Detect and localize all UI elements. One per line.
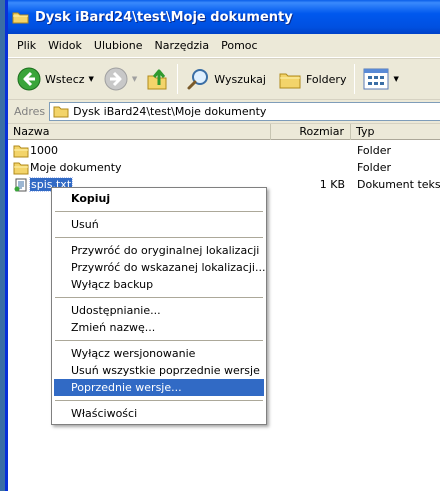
chevron-down-icon[interactable]: ▼	[393, 75, 398, 83]
up-folder-button[interactable]	[142, 62, 172, 96]
menu-file[interactable]: Plik	[8, 39, 42, 52]
file-type: Folder	[357, 161, 391, 174]
folders-icon	[279, 73, 301, 89]
search-icon	[187, 69, 209, 90]
menu-separator	[55, 211, 263, 212]
back-label: Wstecz	[45, 72, 85, 86]
folders-button[interactable]: Foldery	[275, 62, 350, 96]
address-bar: Adres Dysk iBard24\test\Moje dokumenty	[8, 100, 440, 124]
file-size: 1 KB	[319, 178, 345, 191]
menu-favorites[interactable]: Ulubione	[88, 39, 149, 52]
column-name[interactable]: Nazwa	[8, 124, 271, 140]
folder-icon	[13, 162, 29, 174]
address-label: Adres	[14, 105, 46, 118]
text-file-icon	[14, 178, 27, 191]
address-value: Dysk iBard24\test\Moje dokumenty	[73, 105, 267, 118]
menu-item-delete-versions[interactable]: Usuń wszystkie poprzednie wersje	[54, 362, 264, 379]
folders-label: Foldery	[305, 72, 347, 86]
title-bar[interactable]: Dysk iBard24\test\Moje dokumenty	[8, 0, 440, 34]
views-button[interactable]: ▼	[360, 62, 401, 96]
back-button[interactable]: Wstecz ▼	[14, 62, 97, 96]
menu-item-restore-chosen[interactable]: Przywróć do wskazanej lokalizacji...	[54, 259, 265, 276]
menu-tools[interactable]: Narzędzia	[149, 39, 216, 52]
column-header: Nazwa Rozmiar Typ	[8, 124, 440, 140]
list-item[interactable]: Moje dokumenty Folder	[8, 159, 440, 176]
forward-arrow-icon	[104, 67, 128, 91]
menu-separator	[55, 297, 263, 298]
search-button[interactable]: Wyszukaj	[183, 62, 269, 96]
menu-item-restore-original[interactable]: Przywróć do oryginalnej lokalizacji	[54, 242, 264, 259]
menu-item-sharing[interactable]: Udostępnianie...	[54, 302, 264, 319]
column-type[interactable]: Typ	[351, 124, 440, 140]
window-title: Dysk iBard24\test\Moje dokumenty	[35, 9, 293, 25]
menu-help[interactable]: Pomoc	[215, 39, 263, 52]
menu-item-copy[interactable]: Kopiuj	[54, 190, 264, 207]
menu-separator	[55, 340, 263, 341]
back-arrow-icon	[17, 67, 41, 91]
menu-item-disable-backup[interactable]: Wyłącz backup	[54, 276, 264, 293]
file-type: Folder	[357, 144, 391, 157]
menu-item-rename[interactable]: Zmień nazwę...	[54, 319, 264, 336]
list-item[interactable]: 1000 Folder	[8, 142, 440, 159]
folder-icon	[13, 145, 29, 157]
address-input[interactable]: Dysk iBard24\test\Moje dokumenty	[49, 102, 440, 121]
menu-item-disable-versioning[interactable]: Wyłącz wersjonowanie	[54, 345, 264, 362]
search-label: Wyszukaj	[214, 72, 266, 86]
context-menu: Kopiuj Usuń Przywróć do oryginalnej loka…	[51, 187, 267, 425]
folder-icon	[12, 12, 29, 23]
folder-icon	[53, 106, 69, 118]
menu-separator	[55, 400, 263, 401]
toolbar: Wstecz ▼ ▼ Wyszukaj Foldery ▼	[8, 58, 440, 100]
chevron-down-icon[interactable]: ▼	[89, 75, 94, 83]
menu-item-previous-versions[interactable]: Poprzednie wersje...	[54, 379, 264, 396]
menu-item-properties[interactable]: Właściwości	[54, 405, 264, 422]
views-icon	[363, 68, 389, 90]
up-folder-icon	[147, 69, 167, 90]
file-name: 1000	[30, 144, 58, 157]
toolbar-separator	[354, 64, 356, 94]
menu-view[interactable]: Widok	[42, 39, 88, 52]
forward-button[interactable]: ▼	[101, 62, 140, 96]
file-type: Dokument tekstowy	[357, 178, 440, 191]
menu-item-delete[interactable]: Usuń	[54, 216, 264, 233]
chevron-down-icon[interactable]: ▼	[132, 75, 137, 83]
toolbar-separator	[177, 64, 179, 94]
menu-separator	[55, 237, 263, 238]
column-size[interactable]: Rozmiar	[271, 124, 351, 140]
menu-bar: Plik Widok Ulubione Narzędzia Pomoc	[8, 34, 440, 58]
file-name: Moje dokumenty	[30, 161, 122, 174]
